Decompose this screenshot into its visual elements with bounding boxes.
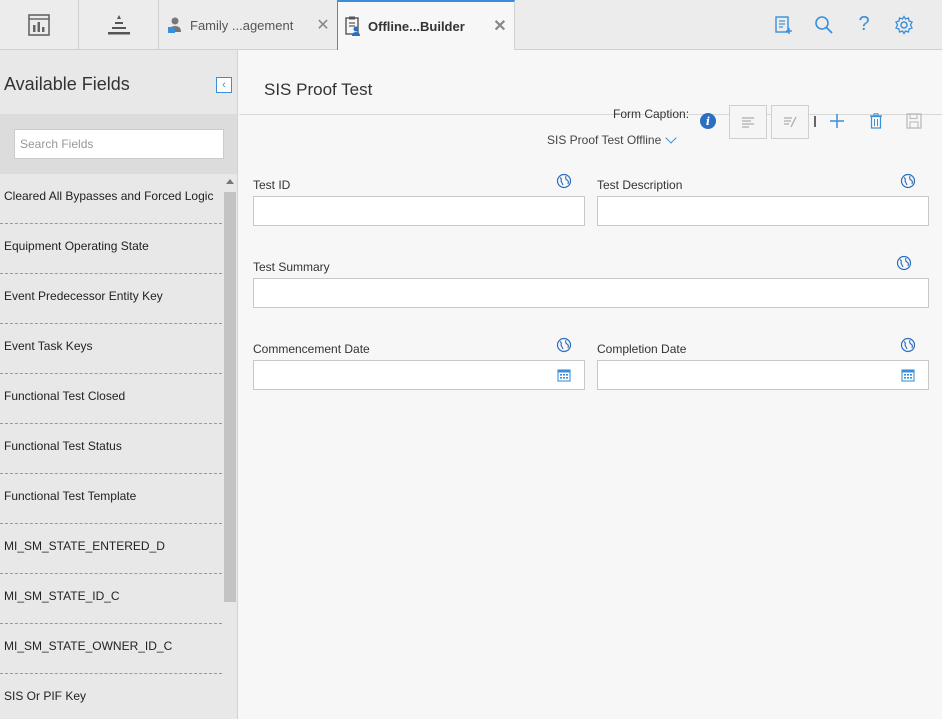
top-toolbar: ? <box>764 0 942 49</box>
list-item[interactable]: Event Predecessor Entity Key <box>0 274 222 324</box>
tab-label: Family ...agement <box>190 17 294 33</box>
list-item[interactable]: Functional Test Template <box>0 474 222 524</box>
commencement-date-label: Commencement Date <box>253 342 370 356</box>
search-fields-input[interactable] <box>14 129 224 159</box>
list-item[interactable]: MI_SM_STATE_ID_C <box>0 574 222 624</box>
top-bar: Family ...agement ✕ Offline...Builder ✕ <box>0 0 942 50</box>
test-summary-label: Test Summary <box>253 260 330 274</box>
save-icon[interactable] <box>903 110 925 132</box>
close-icon[interactable]: ✕ <box>486 16 514 36</box>
search-area <box>0 114 237 174</box>
field-list-scrollbar[interactable] <box>223 174 237 719</box>
commencement-date-field[interactable] <box>253 360 585 390</box>
test-description-label: Test Description <box>597 178 683 192</box>
asset-hierarchy-button[interactable] <box>79 0 159 49</box>
calendar-icon[interactable] <box>557 368 571 382</box>
tab-offline-form-builder[interactable]: Offline...Builder ✕ <box>337 0 515 50</box>
tab-family-management[interactable]: Family ...agement ✕ <box>160 0 337 50</box>
collapse-panel-icon[interactable]: ‹ <box>216 77 232 93</box>
list-item[interactable]: Event Task Keys <box>0 324 222 374</box>
align-left-button[interactable] <box>729 105 767 139</box>
scroll-up-arrow-icon[interactable] <box>226 179 234 184</box>
list-item[interactable]: MI_SM_STATE_ENTERED_D <box>0 524 222 574</box>
form-caption-dropdown[interactable]: SIS Proof Test Offline <box>547 131 677 147</box>
toolbar-separator <box>814 116 816 127</box>
delete-icon[interactable] <box>865 110 887 132</box>
globe-icon[interactable] <box>896 255 912 271</box>
edit-layout-button[interactable] <box>771 105 809 139</box>
info-icon[interactable]: i <box>700 113 716 129</box>
align-left-icon <box>742 117 754 128</box>
dashboard-icon <box>28 13 50 36</box>
available-fields-panel: Available Fields ‹ Cleared All Bypasses … <box>0 50 238 719</box>
close-icon[interactable]: ✕ <box>309 15 337 35</box>
globe-icon[interactable] <box>556 337 572 353</box>
calendar-icon[interactable] <box>901 368 915 382</box>
test-id-field[interactable] <box>253 196 585 226</box>
test-summary-field[interactable] <box>253 278 929 308</box>
add-icon[interactable] <box>826 110 848 132</box>
sidebar-title: Available Fields <box>4 74 130 94</box>
list-item[interactable]: MI_SM_STATE_OWNER_ID_C <box>0 624 222 674</box>
completion-date-label: Completion Date <box>597 342 687 356</box>
edit-layout-icon <box>784 116 797 128</box>
hierarchy-pyramid-icon <box>107 14 130 34</box>
globe-icon[interactable] <box>900 173 916 189</box>
list-item[interactable]: SIS Or PIF Key <box>0 674 222 719</box>
tab-label: Offline...Builder <box>368 18 465 34</box>
list-item[interactable]: Functional Test Closed <box>0 374 222 424</box>
search-icon[interactable] <box>804 5 844 45</box>
globe-icon[interactable] <box>900 337 916 353</box>
list-item[interactable]: Cleared All Bypasses and Forced Logic <box>0 174 222 224</box>
sidebar-header: Available Fields ‹ <box>0 50 237 114</box>
form-designer: SIS Proof Test Form Caption: SIS Proof T… <box>239 50 942 719</box>
list-item[interactable]: Equipment Operating State <box>0 224 222 274</box>
completion-date-field[interactable] <box>597 360 929 390</box>
offline-form-builder-icon <box>344 16 362 36</box>
form-caption-label: Form Caption: <box>613 107 690 121</box>
settings-icon[interactable] <box>884 5 924 45</box>
form-caption-value: SIS Proof Test Offline <box>547 133 662 147</box>
page-title: SIS Proof Test <box>264 80 373 99</box>
chevron-down-icon <box>665 131 677 144</box>
list-item[interactable]: Functional Test Status <box>0 424 222 474</box>
scroll-thumb[interactable] <box>224 192 236 602</box>
form-add-icon[interactable] <box>764 5 804 45</box>
test-description-field[interactable] <box>597 196 929 226</box>
help-icon[interactable]: ? <box>844 5 884 45</box>
field-list: Cleared All Bypasses and Forced Logic Eq… <box>0 174 222 719</box>
globe-icon[interactable] <box>556 173 572 189</box>
test-id-label: Test ID <box>253 178 291 192</box>
family-management-icon <box>166 16 184 34</box>
dashboard-button[interactable] <box>0 0 79 49</box>
